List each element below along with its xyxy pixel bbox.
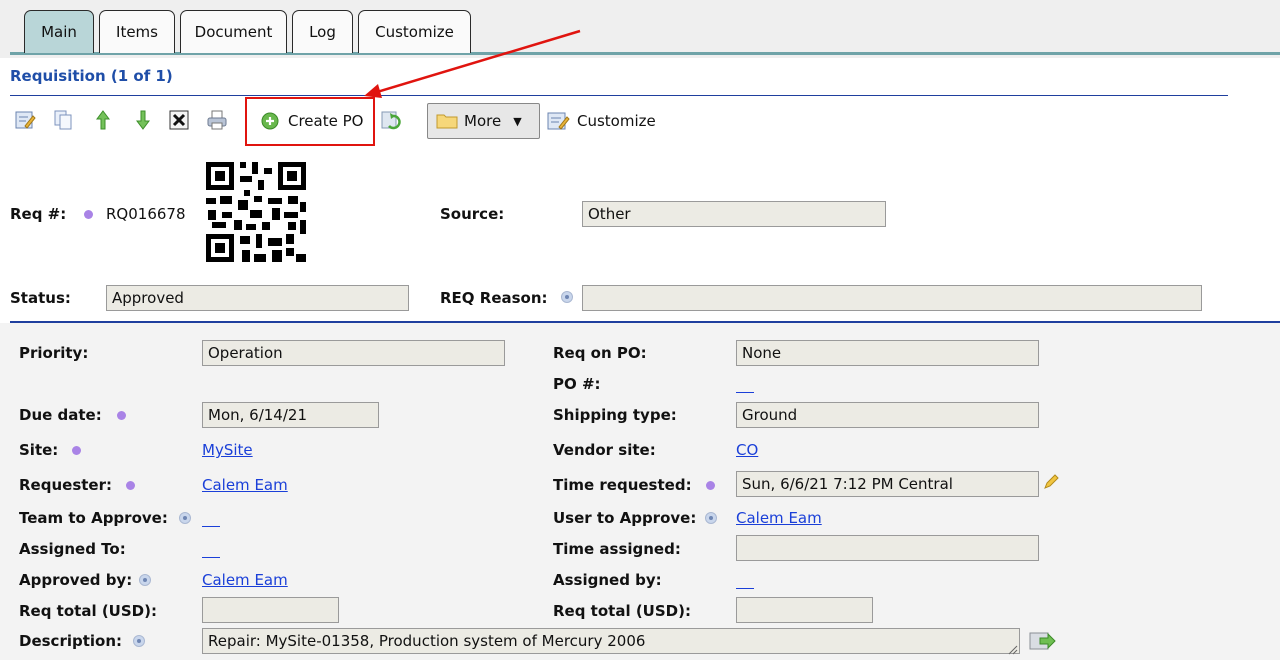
req-reason-label: REQ Reason: (440, 289, 548, 307)
shipping-type-label: Shipping type: (553, 406, 677, 424)
shipping-type-field[interactable]: Ground (736, 402, 1039, 428)
req-on-po-field[interactable]: None (736, 340, 1039, 366)
required-dot (84, 210, 93, 219)
req-reason-field[interactable] (582, 285, 1202, 311)
assigned-by-label: Assigned by: (553, 571, 662, 589)
pencil-icon[interactable] (1043, 474, 1059, 490)
req-number-label: Req #: (10, 205, 67, 223)
status-field[interactable]: Approved (106, 285, 409, 311)
status-label: Status: (10, 289, 71, 307)
po-number-label: PO #: (553, 375, 601, 393)
info-icon[interactable] (133, 635, 145, 647)
go-arrow-icon[interactable] (1028, 630, 1056, 654)
req-on-po-label: Req on PO: (553, 344, 647, 362)
details-divider (10, 321, 1280, 323)
time-assigned-label: Time assigned: (553, 540, 681, 558)
approved-by-link[interactable]: Calem Eam (202, 571, 288, 589)
info-icon[interactable] (179, 512, 191, 524)
user-to-approve-link[interactable]: Calem Eam (736, 509, 822, 527)
description-label: Description: (19, 632, 123, 650)
req-number-value: RQ016678 (106, 205, 186, 223)
due-date-field[interactable]: Mon, 6/14/21 (202, 402, 379, 428)
assigned-to-label: Assigned To: (19, 540, 126, 558)
vendor-site-link[interactable]: CO (736, 441, 758, 459)
req-total-field[interactable] (736, 597, 873, 623)
site-link[interactable]: MySite (202, 441, 253, 459)
req-total-label: Req total (USD): (19, 602, 157, 620)
info-icon[interactable] (705, 512, 717, 524)
resize-handle-icon[interactable] (1008, 641, 1018, 655)
requester-label: Requester: (19, 476, 112, 494)
required-dot (117, 411, 126, 420)
empty-link-underline (202, 526, 220, 527)
info-icon[interactable] (561, 291, 573, 303)
time-requested-label: Time requested: (553, 476, 692, 494)
source-field[interactable]: Other (582, 201, 886, 227)
time-assigned-field[interactable] (736, 535, 1039, 561)
req-total-label: Req total (USD): (553, 602, 691, 620)
required-dot (72, 446, 81, 455)
required-dot (126, 481, 135, 490)
source-label: Source: (440, 205, 505, 223)
team-to-approve-label: Team to Approve: (19, 509, 168, 527)
user-to-approve-label: User to Approve: (553, 509, 697, 527)
priority-label: Priority: (19, 344, 89, 362)
required-dot (706, 481, 715, 490)
empty-link-underline (736, 392, 754, 393)
info-icon[interactable] (139, 574, 151, 586)
qr-code (188, 146, 324, 280)
approved-by-label: Approved by: (19, 571, 133, 589)
description-field[interactable]: Repair: MySite-01358, Production system … (202, 628, 1020, 654)
empty-link-underline (736, 588, 754, 589)
req-total-field[interactable] (202, 597, 339, 623)
team-to-approve-link[interactable] (202, 509, 220, 527)
empty-link-underline (202, 557, 220, 558)
assigned-to-link[interactable] (202, 540, 220, 558)
vendor-site-label: Vendor site: (553, 441, 656, 459)
priority-field[interactable]: Operation (202, 340, 505, 366)
assigned-by-link[interactable] (736, 571, 754, 589)
due-date-label: Due date: (19, 406, 102, 424)
po-number-link[interactable] (736, 375, 754, 393)
site-label: Site: (19, 441, 59, 459)
requester-link[interactable]: Calem Eam (202, 476, 288, 494)
time-requested-field[interactable]: Sun, 6/6/21 7:12 PM Central (736, 471, 1039, 497)
